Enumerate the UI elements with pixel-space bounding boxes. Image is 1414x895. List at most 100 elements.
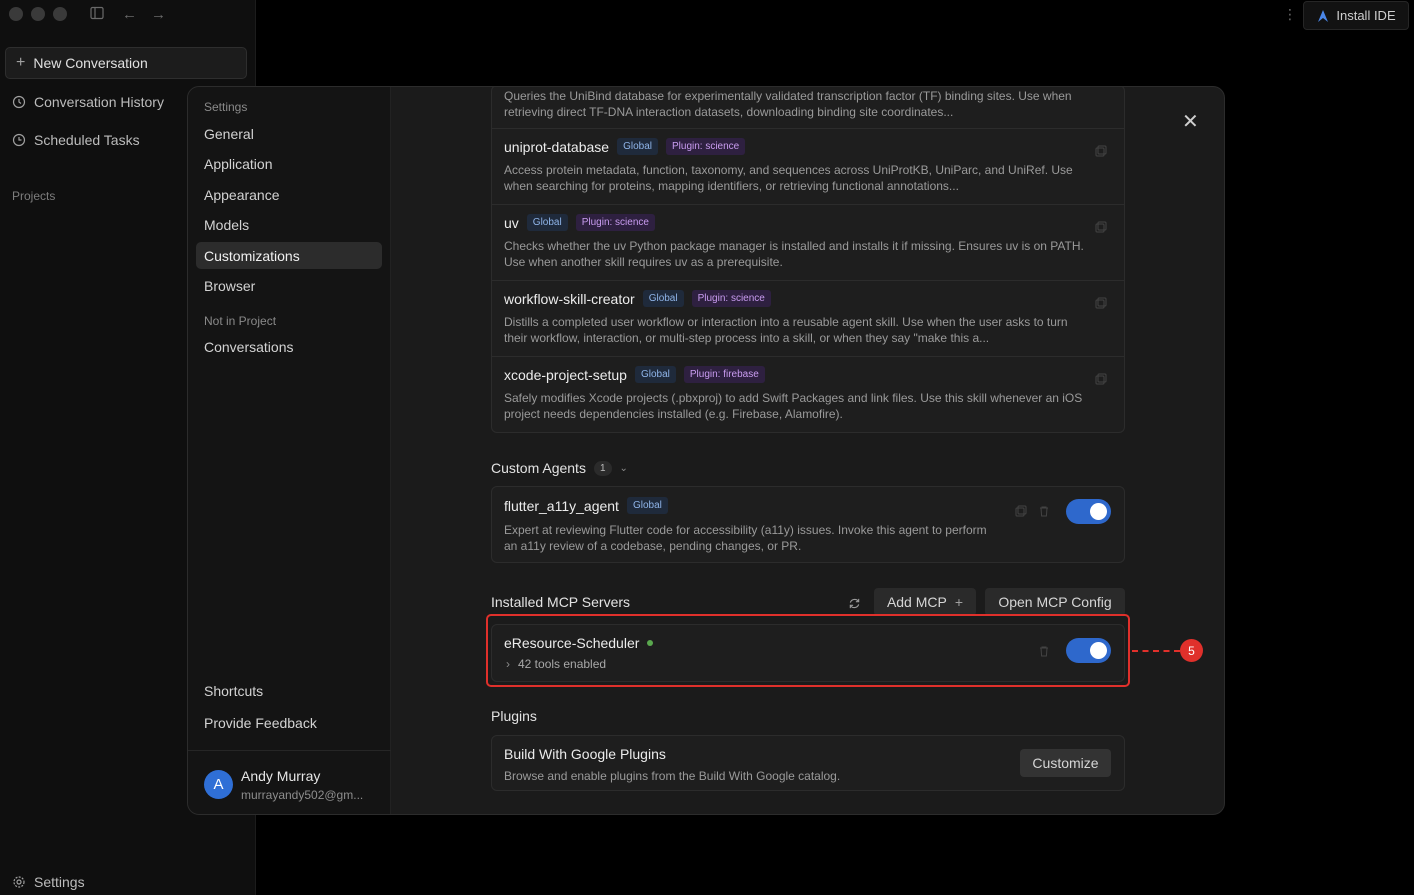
close-icon[interactable]: ✕ (1182, 112, 1199, 132)
history-icon (12, 95, 26, 109)
scheduled-tasks-label: Scheduled Tasks (34, 132, 140, 148)
nav-conversations[interactable]: Conversations (204, 339, 294, 355)
back-arrow-icon[interactable]: ← (122, 6, 137, 23)
plugins-heading: Plugins (491, 708, 537, 724)
scope-badge: Global (526, 214, 568, 231)
nav-application[interactable]: Application (204, 156, 273, 172)
settings-nav: Settings General Application Appearance … (188, 87, 391, 814)
custom-agents-heading[interactable]: Custom Agents 1 ⌄ (491, 460, 628, 476)
nav-shortcuts[interactable]: Shortcuts (204, 683, 263, 699)
scope-badge: Global (626, 497, 668, 514)
agent-description: Expert at reviewing Flutter code for acc… (504, 523, 987, 553)
skill-name: workflow-skill-creator (504, 290, 635, 307)
window-controls (9, 7, 67, 21)
refresh-icon[interactable] (848, 597, 861, 610)
skill-description: Queries the UniBind database for experim… (504, 89, 1072, 119)
nav-provide-feedback[interactable]: Provide Feedback (204, 715, 317, 731)
not-in-project-label: Not in Project (204, 314, 277, 328)
skill-name: uniprot-database (504, 138, 610, 155)
skill-name: xcode-project-setup (504, 366, 627, 383)
forward-arrow-icon[interactable]: → (151, 6, 166, 23)
scope-badge: Global (634, 366, 676, 383)
copy-icon[interactable] (1095, 145, 1107, 157)
skill-description: Safely modifies Xcode projects (.pbxproj… (504, 391, 1083, 421)
plugin-badge: Plugin: firebase (683, 366, 765, 383)
projects-heading: Projects (12, 189, 56, 203)
skill-row: uniprot-database Global Plugin: science … (492, 128, 1124, 204)
nav-general[interactable]: General (204, 126, 254, 142)
plugin-badge: Plugin: science (691, 290, 771, 307)
skill-name: uv (504, 214, 519, 231)
plugin-badge: Plugin: science (665, 138, 746, 155)
skill-title: uv Global Plugin: science (504, 214, 655, 231)
skill-row: xcode-project-setup Global Plugin: fireb… (492, 356, 1124, 432)
open-mcp-config-button[interactable]: Open MCP Config (985, 588, 1125, 616)
skill-row: workflow-skill-creator Global Plugin: sc… (492, 280, 1124, 356)
clock-icon (12, 133, 26, 147)
agent-title: flutter_a11y_agent Global (504, 497, 668, 514)
mcp-heading: Installed MCP Servers (491, 594, 631, 610)
new-conversation-button[interactable]: + New Conversation (5, 47, 247, 79)
minimize-window-button[interactable] (31, 7, 45, 21)
agent-enabled-toggle[interactable] (1066, 499, 1111, 524)
skill-description: Checks whether the uv Python package man… (504, 239, 1084, 269)
conversation-history-label: Conversation History (34, 94, 164, 110)
settings-label: Settings (34, 874, 85, 890)
scope-badge: Global (642, 290, 684, 307)
custom-agent-card: flutter_a11y_agent Global Expert at revi… (491, 486, 1125, 563)
nav-customizations[interactable]: Customizations (196, 242, 382, 269)
skill-title: uniprot-database Global Plugin: science (504, 138, 746, 155)
customize-button[interactable]: Customize (1020, 749, 1111, 777)
skill-description: Access protein metadata, function, taxon… (504, 163, 1073, 193)
copy-icon[interactable] (1095, 297, 1107, 309)
gear-icon (13, 876, 25, 888)
copy-icon[interactable] (1095, 221, 1107, 233)
ide-logo-icon (1318, 9, 1329, 22)
open-mcp-config-label: Open MCP Config (998, 594, 1112, 610)
customize-label: Customize (1032, 755, 1099, 771)
skills-list: Queries the UniBind database for experim… (491, 87, 1125, 433)
settings-link[interactable]: Settings (12, 874, 85, 890)
user-name: Andy Murray (241, 768, 321, 784)
skill-description: Distills a completed user workflow or in… (504, 315, 1068, 345)
user-email: murrayandy502@gm... (241, 788, 364, 802)
plugin-card: Build With Google Plugins Browse and ena… (491, 735, 1125, 791)
plugin-description: Browse and enable plugins from the Build… (504, 769, 841, 783)
annotation-connector (1132, 650, 1180, 652)
more-options-icon[interactable]: ⋮ (1283, 6, 1297, 23)
scope-badge: Global (617, 138, 658, 155)
new-conversation-label: New Conversation (33, 55, 148, 71)
agent-count-badge: 1 (593, 460, 612, 476)
copy-icon[interactable] (1095, 373, 1107, 385)
user-profile[interactable]: A Andy Murray murrayandy502@gm... (188, 750, 391, 814)
plus-icon: + (954, 594, 964, 610)
scheduled-tasks-link[interactable]: Scheduled Tasks (12, 132, 140, 148)
zoom-window-button[interactable] (53, 7, 67, 21)
agent-name: flutter_a11y_agent (504, 497, 619, 514)
plugin-name: Build With Google Plugins (504, 746, 666, 762)
install-ide-button[interactable]: Install IDE (1303, 1, 1409, 30)
nav-models[interactable]: Models (204, 217, 249, 233)
trash-icon[interactable] (1038, 505, 1050, 517)
annotation-highlight (486, 614, 1130, 687)
nav-appearance[interactable]: Appearance (204, 187, 280, 203)
copy-icon[interactable] (1015, 505, 1027, 517)
install-ide-label: Install IDE (1336, 8, 1396, 23)
skill-title: xcode-project-setup Global Plugin: fireb… (504, 366, 765, 383)
add-mcp-button[interactable]: Add MCP + (874, 588, 976, 616)
skill-row: Queries the UniBind database for experim… (492, 87, 1124, 128)
skill-title: workflow-skill-creator Global Plugin: sc… (504, 290, 771, 307)
custom-agents-title: Custom Agents (491, 460, 586, 476)
plugin-badge: Plugin: science (575, 214, 655, 231)
avatar: A (204, 770, 233, 799)
plus-icon: + (16, 54, 26, 71)
add-mcp-label: Add MCP (886, 594, 947, 610)
annotation-marker: 5 (1180, 639, 1203, 662)
settings-section-label: Settings (204, 100, 248, 114)
close-window-button[interactable] (9, 7, 23, 21)
skill-row: uv Global Plugin: science Checks whether… (492, 204, 1124, 280)
sidebar-toggle-icon[interactable] (90, 6, 104, 24)
nav-browser[interactable]: Browser (204, 278, 255, 294)
chevron-down-icon[interactable]: ⌄ (620, 463, 628, 474)
conversation-history-link[interactable]: Conversation History (12, 94, 164, 110)
